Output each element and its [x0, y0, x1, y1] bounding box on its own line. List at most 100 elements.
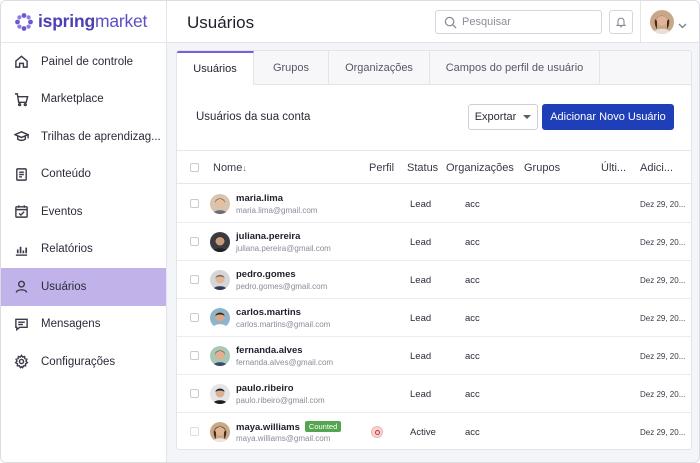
- counted-badge: Counted: [304, 421, 342, 432]
- column-name[interactable]: Nome↓: [213, 162, 247, 174]
- user-organization: acc: [465, 237, 480, 248]
- sidebar-item-events[interactable]: Eventos: [1, 193, 166, 231]
- graduation-cap-icon: [13, 129, 29, 145]
- user-email: paulo.ribeiro@gmail.com: [236, 396, 325, 405]
- message-icon: [13, 316, 29, 332]
- logo-icon: [15, 12, 33, 31]
- add-user-button[interactable]: Adicionar Novo Usuário: [542, 104, 674, 130]
- user-organization: acc: [465, 427, 480, 438]
- user-name: fernanda.alves: [236, 345, 303, 356]
- sidebar-item-users[interactable]: Usuários: [1, 268, 166, 306]
- user-status: Lead: [410, 237, 432, 248]
- column-status[interactable]: Status: [407, 162, 438, 174]
- select-all-checkbox[interactable]: [190, 163, 199, 172]
- gear-icon: [13, 354, 29, 370]
- tab-organizations[interactable]: Organizações: [329, 51, 430, 85]
- table-row[interactable]: carlos.martins carlos.martins@gmail.com …: [177, 299, 691, 337]
- table-header: Nome↓ Perfil Status Organizações Grupos …: [177, 150, 691, 184]
- sidebar-item-label: Mensagens: [41, 318, 101, 331]
- user-email: fernanda.alves@gmail.com: [236, 358, 334, 367]
- chevron-down-icon[interactable]: [678, 18, 687, 32]
- row-checkbox[interactable]: [190, 237, 199, 246]
- user-organization: acc: [465, 199, 480, 210]
- row-checkbox[interactable]: [190, 427, 199, 436]
- sidebar-item-label: Painel de controle: [41, 55, 134, 68]
- toolbar: Usuários da sua conta Exportar Adicionar…: [177, 86, 691, 150]
- bell-icon: [615, 17, 627, 28]
- sidebar-item-label: Conteúdo: [41, 168, 91, 181]
- logo[interactable]: ispringmarket: [1, 1, 166, 43]
- table-row[interactable]: juliana.pereira juliana.pereira@gmail.co…: [177, 223, 691, 261]
- row-checkbox[interactable]: [190, 389, 199, 398]
- sidebar-item-label: Trilhas de aprendizag...: [41, 130, 161, 143]
- user-status: Lead: [410, 313, 432, 324]
- sidebar-item-marketplace[interactable]: Marketplace: [1, 81, 166, 119]
- avatar: [210, 270, 230, 290]
- table-row[interactable]: pedro.gomes pedro.gomes@gmail.com Lead a…: [177, 261, 691, 299]
- column-profile[interactable]: Perfil: [369, 162, 394, 174]
- sidebar-item-messages[interactable]: Mensagens: [1, 306, 166, 344]
- row-checkbox[interactable]: [190, 313, 199, 322]
- user-email: maya.williams@gmail.com: [236, 434, 331, 443]
- section-title: Usuários da sua conta: [196, 111, 311, 123]
- sidebar-item-settings[interactable]: Configurações: [1, 343, 166, 381]
- user-name: maria.lima: [236, 193, 283, 204]
- table-row[interactable]: paulo.ribeiro paulo.ribeiro@gmail.com Le…: [177, 375, 691, 413]
- table-row[interactable]: maria.lima maria.lima@gmail.com Lead acc…: [177, 185, 691, 223]
- user-organization: acc: [465, 313, 480, 324]
- user-added-date: Dez 29, 20...: [640, 428, 686, 437]
- bar-chart-icon: [13, 241, 29, 257]
- row-checkbox[interactable]: [190, 275, 199, 284]
- logo-text: ispringmarket: [38, 11, 148, 31]
- user-status: Lead: [410, 389, 432, 400]
- user-added-date: Dez 29, 20...: [640, 352, 686, 361]
- user-email: juliana.pereira@gmail.com: [236, 244, 331, 253]
- avatar: [210, 422, 230, 442]
- user-name: maya.williams Counted: [236, 421, 342, 433]
- column-groups[interactable]: Grupos: [524, 162, 560, 174]
- user-name: paulo.ribeiro: [236, 383, 294, 394]
- app-window: ispringmarket Painel de controle Marketp…: [0, 0, 700, 463]
- column-last-login[interactable]: Últi...: [601, 162, 626, 174]
- user-icon: [13, 279, 29, 295]
- user-status: Lead: [410, 199, 432, 210]
- sidebar-item-label: Eventos: [41, 205, 83, 218]
- user-added-date: Dez 29, 20...: [640, 238, 686, 247]
- tab-users[interactable]: Usuários: [177, 51, 254, 85]
- sidebar-item-learning-paths[interactable]: Trilhas de aprendizag...: [1, 118, 166, 156]
- column-added[interactable]: Adici...: [640, 162, 673, 174]
- sidebar-item-label: Usuários: [41, 280, 87, 293]
- search-box[interactable]: [435, 10, 602, 34]
- row-checkbox[interactable]: [190, 199, 199, 208]
- tab-groups[interactable]: Grupos: [254, 51, 329, 85]
- user-email: pedro.gomes@gmail.com: [236, 282, 328, 291]
- sidebar-item-content[interactable]: Conteúdo: [1, 156, 166, 194]
- tab-bar: Usuários Grupos Organizações Campos do p…: [177, 51, 691, 85]
- user-status: Lead: [410, 351, 432, 362]
- user-organization: acc: [465, 351, 480, 362]
- notifications-button[interactable]: [609, 10, 633, 34]
- table-row[interactable]: fernanda.alves fernanda.alves@gmail.com …: [177, 337, 691, 375]
- search-icon: [444, 16, 457, 29]
- sidebar-item-label: Configurações: [41, 355, 116, 368]
- avatar: [210, 308, 230, 328]
- sidebar-item-label: Relatórios: [41, 243, 93, 256]
- avatar: [210, 194, 230, 214]
- topbar: Usuários: [167, 1, 699, 43]
- avatar[interactable]: [650, 10, 674, 34]
- document-icon: [13, 166, 29, 182]
- user-added-date: Dez 29, 20...: [640, 314, 686, 323]
- sidebar: ispringmarket Painel de controle Marketp…: [1, 1, 167, 462]
- user-added-date: Dez 29, 20...: [640, 390, 686, 399]
- row-checkbox[interactable]: [190, 351, 199, 360]
- user-organization: acc: [465, 275, 480, 286]
- table-row[interactable]: maya.williams Counted maya.williams@gmail…: [177, 413, 691, 449]
- sidebar-item-reports[interactable]: Relatórios: [1, 231, 166, 269]
- tab-profile-fields[interactable]: Campos do perfil de usuário: [430, 51, 600, 85]
- export-button[interactable]: Exportar: [468, 104, 538, 130]
- sidebar-item-dashboard[interactable]: Painel de controle: [1, 43, 166, 81]
- user-name: carlos.martins: [236, 307, 301, 318]
- column-organizations[interactable]: Organizações: [446, 162, 514, 174]
- search-input[interactable]: [462, 16, 592, 28]
- avatar: [210, 232, 230, 252]
